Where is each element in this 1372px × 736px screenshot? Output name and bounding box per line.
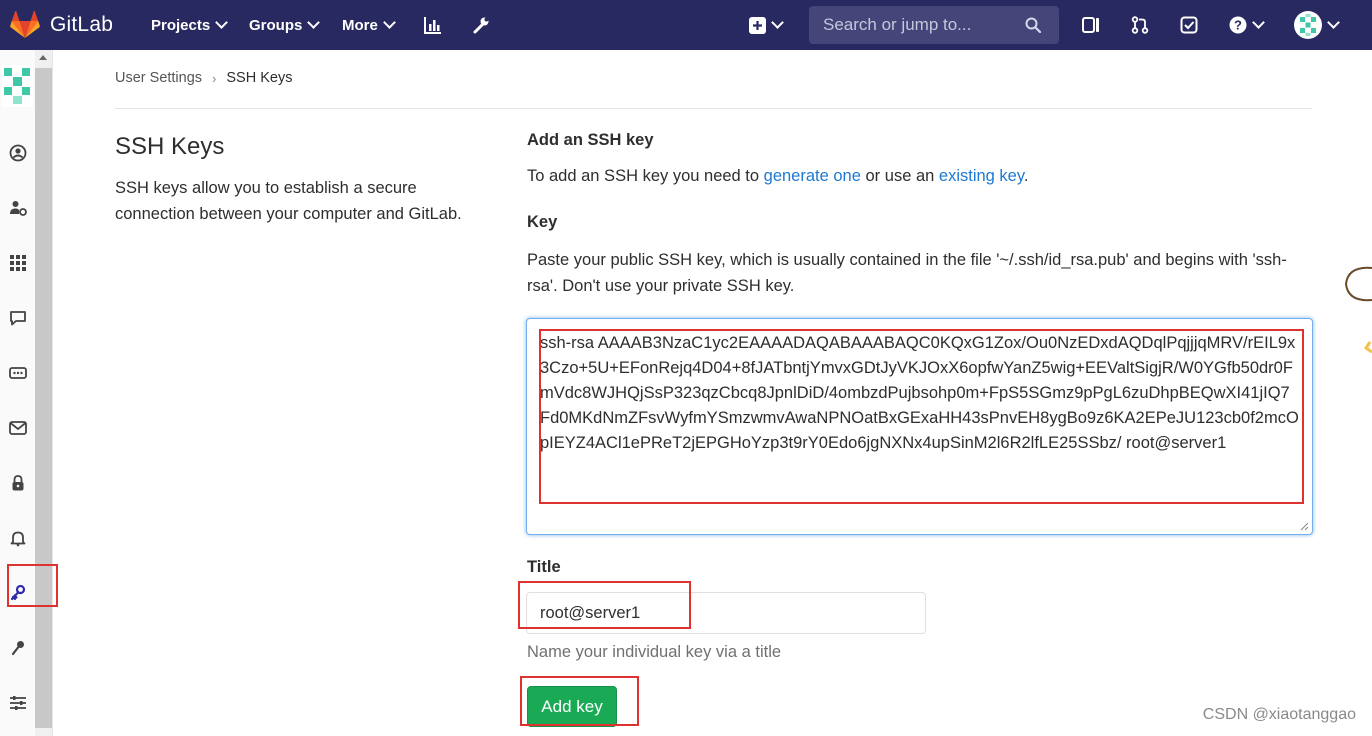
annotation-box-title	[518, 581, 691, 629]
new-item-dropdown[interactable]	[749, 0, 784, 50]
intro-text-middle: or use an	[860, 167, 939, 185]
title-label: Title	[527, 558, 561, 576]
nav-groups-label: Groups	[249, 16, 303, 34]
key-help-text: Paste your public SSH key, which is usua…	[527, 251, 1287, 295]
decorative-doodle-icon	[1344, 266, 1372, 354]
merge-requests-link[interactable]	[1131, 0, 1149, 50]
merge-request-icon	[1131, 16, 1149, 34]
chat-icon[interactable]	[9, 309, 27, 327]
annotation-box-key	[539, 329, 1304, 504]
avatar[interactable]	[2, 65, 33, 107]
chevron-down-icon	[307, 16, 321, 29]
add-ssh-key-intro: To add an SSH key you need to generate o…	[527, 167, 1028, 186]
search-box[interactable]	[809, 6, 1059, 44]
annotation-box-button	[520, 676, 639, 726]
intro-text-prefix: To add an SSH key you need to	[527, 167, 764, 185]
title-hint: Name your individual key via a title	[527, 643, 782, 661]
settings-sidebar	[0, 50, 35, 736]
todo-sidebar-toggle[interactable]	[1082, 0, 1100, 50]
chevron-down-icon	[1327, 16, 1340, 29]
plus-square-icon	[749, 16, 766, 34]
header-divider	[115, 108, 1312, 109]
chevron-right-icon: ›	[212, 70, 217, 86]
scroll-up-arrow-icon[interactable]	[39, 55, 47, 60]
chevron-down-icon	[1252, 16, 1265, 29]
gpg-key-icon[interactable]	[9, 639, 27, 657]
breadcrumb-user-settings[interactable]: User Settings	[115, 70, 202, 86]
chevron-down-icon	[215, 16, 229, 29]
add-ssh-key-heading: Add an SSH key	[527, 131, 654, 149]
avatar	[1294, 11, 1322, 39]
nav-projects-dropdown[interactable]: Projects	[151, 0, 229, 50]
search-icon	[1025, 17, 1041, 33]
top-navbar: GitLab Projects Groups More Search or ju…	[0, 0, 1372, 50]
page-description: SSH keys allow you to establish a secure…	[115, 179, 462, 223]
preferences-icon[interactable]	[9, 694, 27, 712]
chart-icon	[424, 17, 441, 34]
sidebar-scrollbar[interactable]	[35, 50, 52, 736]
resize-handle-icon[interactable]	[1300, 522, 1309, 531]
access-tokens-icon[interactable]	[9, 364, 27, 382]
annotation-box-ssh-sidebar	[7, 564, 58, 607]
sidebar-panel-icon	[1082, 17, 1099, 33]
help-icon: ?	[1229, 16, 1247, 34]
applications-icon[interactable]	[9, 254, 27, 272]
issues-icon	[1180, 16, 1198, 34]
brand-name: GitLab	[50, 13, 114, 36]
page-title: SSH Keys	[115, 133, 225, 160]
user-menu-dropdown[interactable]	[1294, 0, 1340, 50]
account-settings-icon[interactable]	[9, 199, 27, 217]
nav-projects-label: Projects	[151, 16, 211, 34]
watermark: CSDN @xiaotanggao	[1202, 706, 1356, 723]
notifications-bell-icon[interactable]	[9, 529, 27, 547]
emails-icon[interactable]	[9, 419, 27, 437]
gitlab-home-link[interactable]: GitLab	[10, 0, 113, 50]
intro-text-suffix: .	[1023, 167, 1029, 185]
issues-link[interactable]	[1180, 0, 1198, 50]
key-label: Key	[527, 213, 558, 231]
sidebar-divider	[52, 50, 53, 736]
admin-area-link[interactable]	[472, 0, 490, 50]
activity-chart-link[interactable]	[424, 0, 442, 50]
nav-groups-dropdown[interactable]: Groups	[249, 0, 321, 50]
chevron-down-icon	[382, 16, 396, 29]
breadcrumb-ssh-keys[interactable]: SSH Keys	[226, 70, 292, 86]
existing-key-link[interactable]: existing key	[939, 167, 1024, 185]
search-input[interactable]	[821, 14, 1025, 36]
generate-one-link[interactable]: generate one	[764, 167, 861, 185]
gitlab-logo-icon	[10, 11, 40, 38]
scrollbar-thumb[interactable]	[35, 68, 52, 728]
breadcrumb: User Settings › SSH Keys	[115, 70, 292, 86]
chevron-down-icon	[771, 16, 784, 29]
password-lock-icon[interactable]	[9, 474, 27, 492]
svg-text:?: ?	[1234, 18, 1242, 33]
profile-icon[interactable]	[9, 144, 27, 162]
nav-more-label: More	[342, 16, 378, 34]
wrench-icon	[473, 17, 489, 34]
help-dropdown[interactable]: ?	[1229, 0, 1265, 50]
nav-more-dropdown[interactable]: More	[342, 0, 396, 50]
